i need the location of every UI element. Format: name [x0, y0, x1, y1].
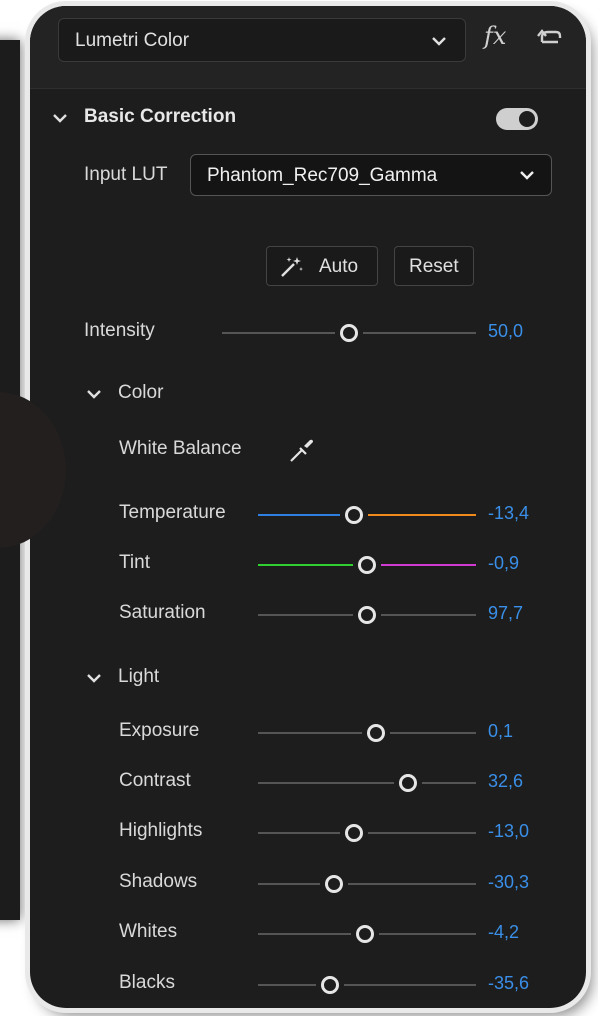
slider-track-left — [258, 564, 353, 566]
slider-value[interactable]: -35,6 — [488, 973, 529, 994]
input-lut-dropdown[interactable]: Phantom_Rec709_Gamma — [190, 154, 552, 196]
color-section-chevron-icon[interactable] — [84, 384, 104, 404]
slider-label: Shadows — [119, 871, 198, 892]
slider-track-left — [258, 782, 395, 784]
slider-track-left — [258, 984, 316, 986]
screen: Lumetri Color fx Basic Correction Input … — [0, 0, 598, 1016]
slider-value[interactable]: 32,6 — [488, 771, 523, 792]
slider-track-right — [381, 564, 476, 566]
reset-button[interactable]: Reset — [394, 246, 474, 286]
slider-knob[interactable] — [325, 875, 344, 893]
input-lut-label: Input LUT — [84, 164, 168, 185]
chevron-down-icon — [432, 37, 446, 46]
intensity-label: Intensity — [84, 320, 155, 341]
slider-knob[interactable] — [358, 556, 376, 574]
slider-value[interactable]: -13,0 — [488, 821, 529, 842]
basic-correction-chevron-icon[interactable] — [50, 108, 70, 128]
color-section-title[interactable]: Color — [118, 382, 163, 404]
slider-track-right — [422, 782, 476, 784]
slider-track-left — [258, 614, 353, 616]
slider-track-right — [367, 514, 476, 516]
slider-label: Contrast — [119, 770, 191, 791]
slider-track-right — [348, 883, 476, 885]
slider-value[interactable]: -0,9 — [488, 553, 519, 574]
slider-label: Blacks — [119, 972, 175, 993]
auto-button[interactable]: Auto — [266, 246, 378, 286]
reset-effect-icon[interactable] — [536, 26, 564, 50]
panel-header: Lumetri Color fx — [30, 6, 586, 89]
slider-track-left — [258, 883, 321, 885]
slider-knob[interactable] — [399, 774, 418, 792]
slider-label: Highlights — [119, 820, 203, 841]
white-balance-label: White Balance — [119, 438, 242, 459]
slider-knob[interactable] — [366, 724, 385, 742]
slider-knob[interactable] — [344, 506, 363, 524]
slider-value[interactable]: 0,1 — [488, 721, 513, 742]
toggle-knob — [519, 111, 535, 127]
slider-value[interactable]: 97,7 — [488, 603, 523, 624]
lumetri-color-panel: Lumetri Color fx Basic Correction Input … — [30, 6, 586, 1008]
magic-wand-icon — [281, 257, 303, 277]
reset-button-label: Reset — [409, 256, 459, 277]
slider-knob[interactable] — [340, 324, 358, 342]
input-lut-value: Phantom_Rec709_Gamma — [207, 165, 438, 186]
slider-track-left — [222, 332, 335, 334]
slider-value[interactable]: -13,4 — [488, 503, 529, 524]
basic-correction-title[interactable]: Basic Correction — [84, 106, 236, 128]
chevron-down-icon — [520, 171, 534, 180]
eyedropper-icon[interactable] — [288, 436, 316, 464]
slider-knob[interactable] — [355, 925, 374, 943]
slider-track-right — [367, 832, 476, 834]
light-section-title[interactable]: Light — [118, 666, 159, 688]
fx-icon[interactable]: fx — [484, 22, 506, 50]
slider-track-right — [378, 933, 476, 935]
slider-track-right — [389, 732, 476, 734]
slider-label: Temperature — [119, 502, 226, 523]
slider-knob[interactable] — [344, 824, 363, 842]
slider-track-right — [343, 984, 476, 986]
auto-button-label: Auto — [319, 256, 359, 277]
basic-correction-toggle[interactable] — [496, 108, 538, 130]
effect-dropdown[interactable]: Lumetri Color — [58, 18, 466, 62]
slider-label: Saturation — [119, 602, 206, 623]
slider-label: Whites — [119, 921, 178, 942]
slider-track-right — [381, 614, 476, 616]
slider-label: Exposure — [119, 720, 200, 741]
slider-knob[interactable] — [358, 606, 376, 624]
intensity-value[interactable]: 50,0 — [488, 321, 523, 342]
slider-track-right — [363, 332, 476, 334]
slider-track-left — [258, 832, 340, 834]
light-section-chevron-icon[interactable] — [84, 668, 104, 688]
slider-value[interactable]: -30,3 — [488, 872, 529, 893]
slider-track-left — [258, 732, 362, 734]
slider-track-left — [258, 514, 340, 516]
slider-knob[interactable] — [320, 976, 339, 994]
slider-value[interactable]: -4,2 — [488, 922, 519, 943]
slider-track-left — [258, 933, 351, 935]
slider-label: Tint — [119, 552, 150, 573]
effect-name: Lumetri Color — [75, 30, 190, 51]
